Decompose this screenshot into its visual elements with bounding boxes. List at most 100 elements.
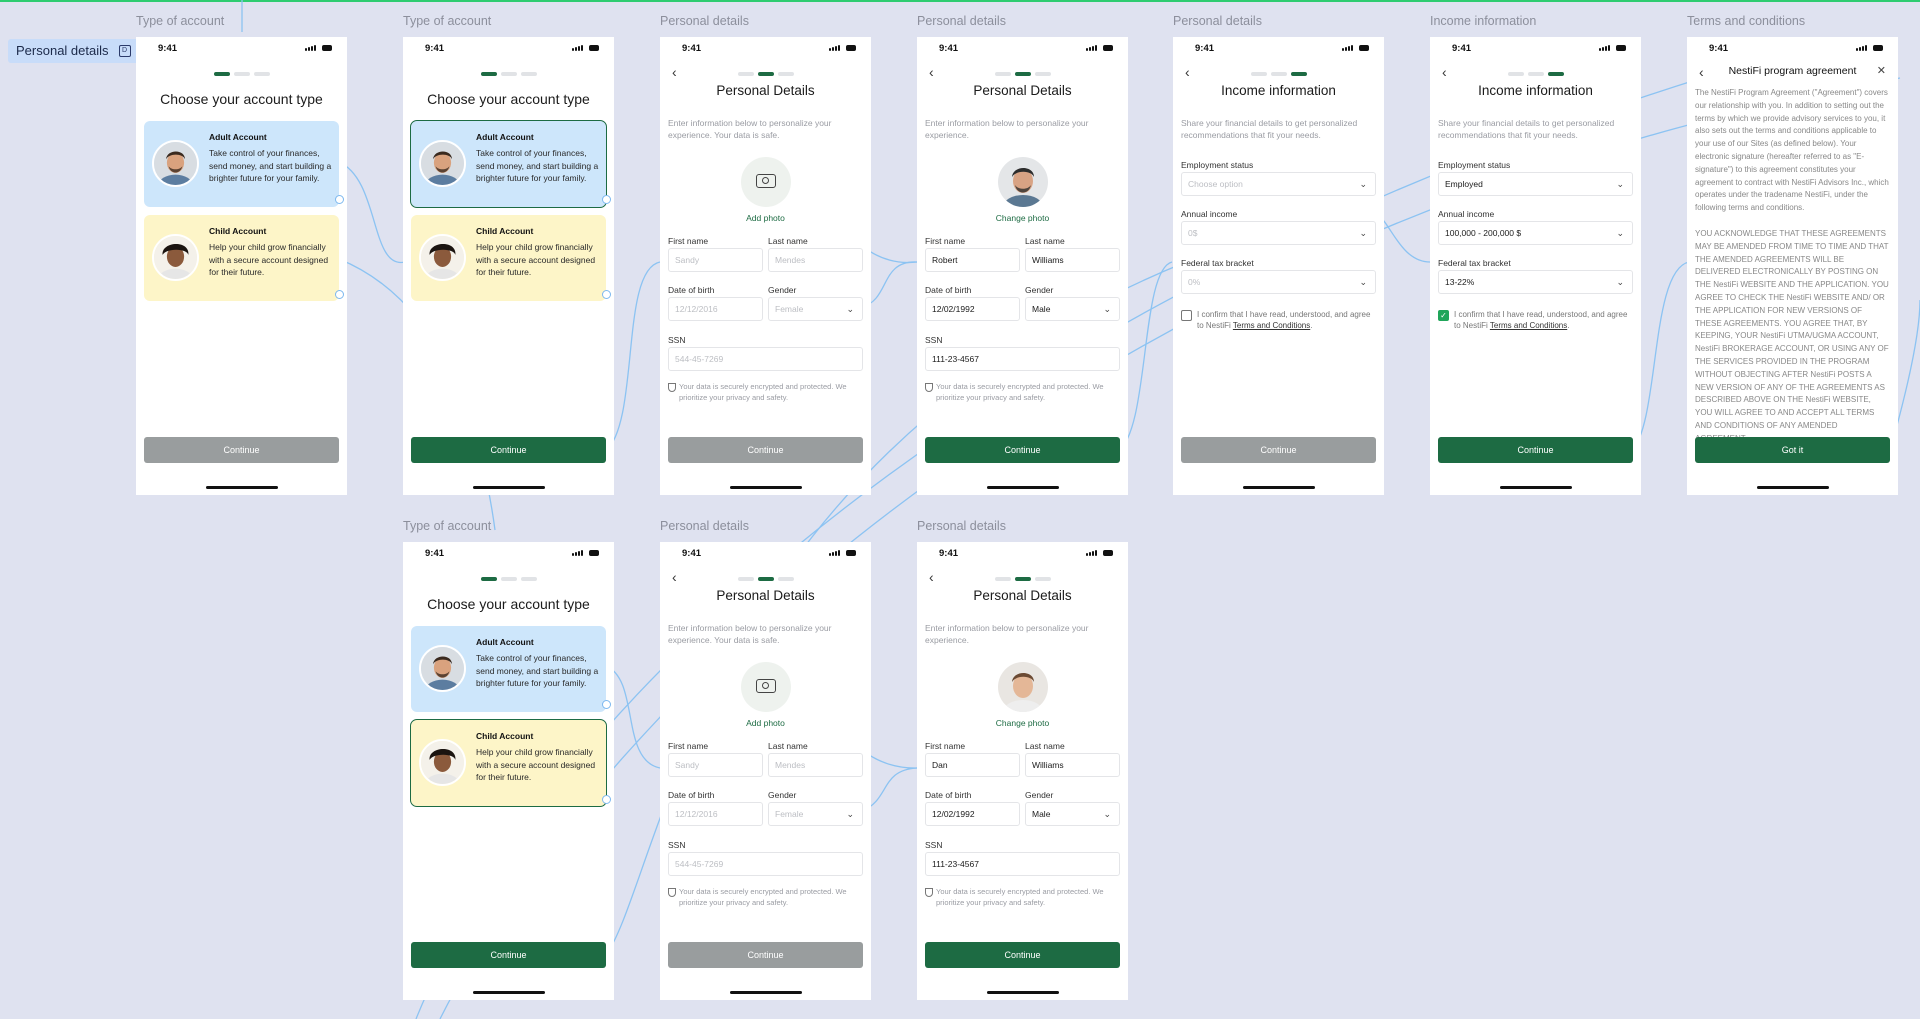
employment-status-field[interactable]: Choose option ⌄ (1181, 172, 1376, 196)
employment-status-field[interactable]: Employed ⌄ (1438, 172, 1633, 196)
first-name-field[interactable]: Sandy (668, 248, 763, 272)
annual-income-label: Annual income (1438, 209, 1495, 219)
status-bar: 9:41 (403, 542, 614, 564)
privacy-note: Your data is securely encrypted and prot… (668, 382, 863, 403)
continue-button[interactable]: Continue (925, 437, 1120, 463)
annual-income-field[interactable]: 0$ ⌄ (1181, 221, 1376, 245)
continue-button[interactable]: Continue (144, 437, 339, 463)
phone-frame-5: 9:41 ‹ Income information Share your financ… (1173, 37, 1384, 495)
ssn-field[interactable]: 544-45-7269 (668, 852, 863, 876)
profile-photo[interactable] (740, 662, 791, 712)
screen-title: Income information (1221, 83, 1336, 98)
last-name-label: Last name (1025, 236, 1065, 246)
ssn-field[interactable]: 111-23-4567 (925, 347, 1120, 371)
profile-photo[interactable] (997, 662, 1048, 712)
terms-confirm-text: I confirm that I have read, understood, … (1197, 310, 1371, 330)
continue-button[interactable]: Continue (411, 942, 606, 968)
chevron-down-icon: ⌄ (1103, 809, 1111, 819)
back-arrow-icon[interactable]: ‹ (1185, 65, 1199, 79)
man-portrait (421, 142, 464, 185)
got-it-button[interactable]: Got it (1695, 437, 1890, 463)
last-name-field[interactable]: Mendes (768, 248, 863, 272)
adult-card-description: Take control of your finances, send mone… (476, 148, 599, 184)
child-avatar (152, 234, 199, 281)
back-arrow-icon[interactable]: ‹ (1442, 65, 1456, 79)
signal-icons (572, 550, 600, 556)
last-name-field[interactable]: Williams (1025, 753, 1120, 777)
photo-link[interactable]: Add photo (660, 213, 871, 223)
first-name-field[interactable]: Dan (925, 753, 1020, 777)
dan-portrait (997, 662, 1048, 712)
child-card-title: Child Account (209, 226, 267, 236)
status-time: 9:41 (1195, 43, 1215, 54)
close-icon[interactable]: ✕ (1877, 64, 1886, 77)
back-arrow-icon[interactable]: ‹ (672, 65, 686, 79)
connection-handle (335, 290, 344, 299)
child-account-card[interactable]: Child Account Help your child grow financ… (144, 215, 339, 301)
ssn-label: SSN (925, 335, 943, 345)
date-of-birth-field[interactable]: 12/12/2016 (668, 802, 763, 826)
tax-bracket-field[interactable]: 0% ⌄ (1181, 270, 1376, 294)
child-account-card[interactable]: Child Account Help your child grow financ… (410, 719, 607, 807)
gender-field[interactable]: Female ⌄ (768, 297, 863, 321)
chevron-down-icon: ⌄ (846, 809, 854, 819)
ssn-label: SSN (925, 840, 943, 850)
signal-icons (305, 45, 333, 51)
signal-icons (1086, 550, 1114, 556)
status-bar: 9:41 (1687, 37, 1898, 59)
first-name-field[interactable]: Robert (925, 248, 1020, 272)
frame-label: Personal details (917, 519, 1006, 533)
status-time: 9:41 (682, 43, 702, 54)
connection-handle (335, 195, 344, 204)
profile-photo[interactable] (997, 157, 1048, 207)
date-of-birth-field[interactable]: 12/02/1992 (925, 802, 1020, 826)
ssn-field[interactable]: 111-23-4567 (925, 852, 1120, 876)
date-of-birth-field[interactable]: 12/12/2016 (668, 297, 763, 321)
screen-subtitle: Share your financial details to get pers… (1438, 118, 1615, 140)
continue-button[interactable]: Continue (668, 942, 863, 968)
profile-photo[interactable] (740, 157, 791, 207)
adult-card-title: Adult Account (476, 132, 534, 142)
gender-field[interactable]: Female ⌄ (768, 802, 863, 826)
child-account-card[interactable]: Child Account Help your child grow financ… (411, 215, 606, 301)
continue-button[interactable]: Continue (668, 437, 863, 463)
screen-title: Choose your account type (427, 596, 590, 612)
progress-indicator (480, 577, 537, 581)
date-of-birth-field[interactable]: 12/02/1992 (925, 297, 1020, 321)
back-arrow-icon[interactable]: ‹ (929, 65, 943, 79)
adult-account-card[interactable]: Adult Account Take control of your financ… (144, 121, 339, 207)
first-name-field[interactable]: Sandy (668, 753, 763, 777)
annual-income-field[interactable]: 100,000 - 200,000 $ ⌄ (1438, 221, 1633, 245)
phone-frame-7: 9:41 ‹ NestiFi program agreement ✕ The Nesti… (1687, 37, 1898, 495)
terms-checkbox[interactable] (1181, 310, 1192, 321)
last-name-label: Last name (768, 236, 808, 246)
terms-link[interactable]: Terms and Conditions (1490, 321, 1567, 330)
terms-checkbox[interactable]: ✓ (1438, 310, 1449, 321)
continue-button[interactable]: Continue (411, 437, 606, 463)
shield-icon (668, 888, 676, 897)
ssn-field[interactable]: 544-45-7269 (668, 347, 863, 371)
last-name-field[interactable]: Williams (1025, 248, 1120, 272)
terms-link[interactable]: Terms and Conditions (1233, 321, 1310, 330)
back-arrow-icon[interactable]: ‹ (929, 570, 943, 584)
photo-link[interactable]: Change photo (917, 718, 1128, 728)
adult-avatar (419, 140, 466, 187)
back-arrow-icon[interactable]: ‹ (672, 570, 686, 584)
screen-subtitle: Enter information below to personalize y… (925, 623, 1089, 645)
last-name-label: Last name (1025, 741, 1065, 751)
continue-button[interactable]: Continue (925, 942, 1120, 968)
gender-field[interactable]: Male ⌄ (1025, 802, 1120, 826)
chevron-down-icon: ⌄ (1616, 179, 1624, 189)
photo-link[interactable]: Change photo (917, 213, 1128, 223)
signal-icons (572, 45, 600, 51)
continue-button[interactable]: Continue (1181, 437, 1376, 463)
adult-account-card[interactable]: Adult Account Take control of your financ… (410, 120, 607, 208)
adult-account-card[interactable]: Adult Account Take control of your financ… (411, 626, 606, 712)
date-of-birth-label: Date of birth (668, 790, 715, 800)
tax-bracket-field[interactable]: 13-22% ⌄ (1438, 270, 1633, 294)
continue-button[interactable]: Continue (1438, 437, 1633, 463)
last-name-field[interactable]: Mendes (768, 753, 863, 777)
child-card-description: Help your child grow financially with a … (476, 242, 596, 278)
gender-field[interactable]: Male ⌄ (1025, 297, 1120, 321)
photo-link[interactable]: Add photo (660, 718, 871, 728)
